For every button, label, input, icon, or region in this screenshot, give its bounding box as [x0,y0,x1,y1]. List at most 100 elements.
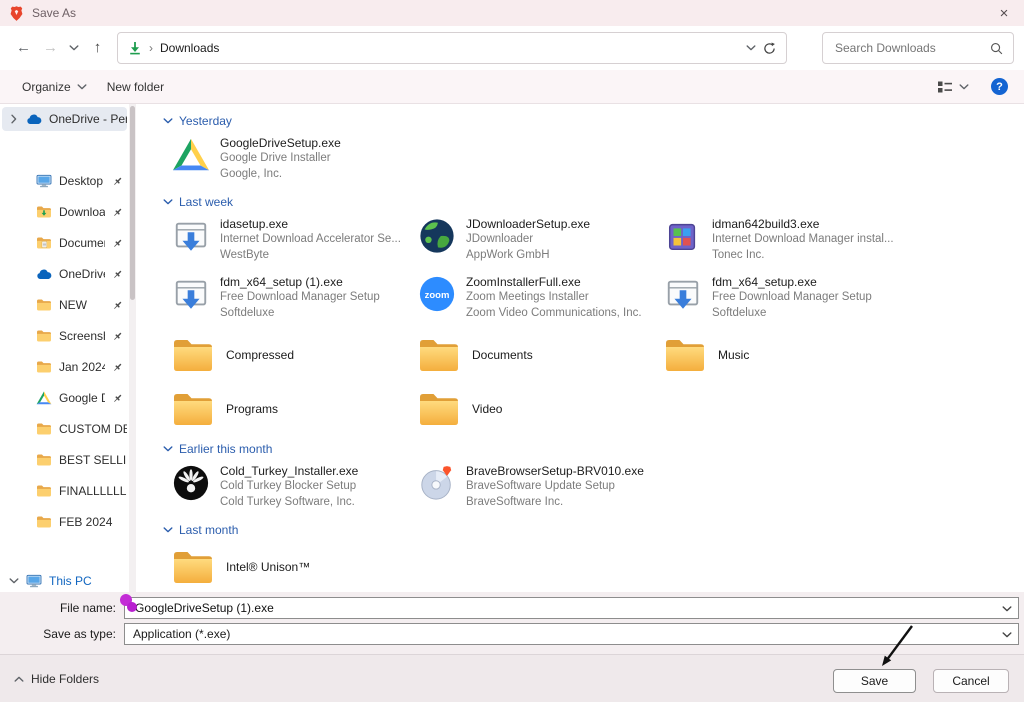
sidebar-scrollbar[interactable] [129,104,136,596]
sidebar-item-label: This PC [49,574,127,588]
sidebar-item-label: BEST SELLING D [59,453,127,467]
downloads-folder-icon [36,205,52,219]
idm-icon [664,217,702,255]
file-item-bravebrowsersetup[interactable]: BraveBrowserSetup-BRV010.exe BraveSoftwa… [418,463,664,513]
folder-name: Video [472,402,502,416]
folder-item-programs[interactable]: Programs [172,386,418,432]
file-item-jdownloadersetup[interactable]: JDownloaderSetup.exe JDownloader AppWork… [418,216,664,266]
group-grid-earlier-this-month: Cold_Turkey_Installer.exe Cold Turkey Bl… [172,463,1024,513]
file-item-fdm-x64-setup-1[interactable]: fdm_x64_setup (1).exe Free Download Mana… [172,274,418,324]
folder-item-intel-unison[interactable]: Intel® Unison™ [172,544,418,590]
brave-icon [9,5,24,22]
address-bar[interactable]: › Downloads [117,32,787,64]
file-publisher: Softdeluxe [220,306,380,322]
file-name: fdm_x64_setup.exe [712,274,872,290]
folder-icon [36,484,52,498]
sidebar-item-label: NEW [59,298,105,312]
sidebar-item-label: Downloads [59,205,105,219]
sidebar-item-feb-2024[interactable]: FEB 2024 [2,510,127,534]
pin-icon [112,207,123,218]
sidebar-item-documents[interactable]: Documents [2,231,127,255]
pin-icon [112,331,123,342]
file-name: fdm_x64_setup (1).exe [220,274,380,290]
chevron-down-icon[interactable] [1002,606,1012,612]
save-as-type-value: Application (*.exe) [133,627,230,641]
titlebar: Save As × [0,0,1024,26]
help-button[interactable]: ? [991,78,1008,95]
save-as-type-label: Save as type: [0,627,124,641]
save-as-type-select[interactable]: Application (*.exe) [124,623,1019,645]
sidebar-item-best-selling[interactable]: BEST SELLING D [2,448,127,472]
file-item-fdm-x64-setup[interactable]: fdm_x64_setup.exe Free Download Manager … [664,274,910,324]
cancel-button[interactable]: Cancel [933,669,1009,693]
folder-item-video[interactable]: Video [418,386,664,432]
file-item-googledrivesetup[interactable]: GoogleDriveSetup.exe Google Drive Instal… [172,135,418,185]
group-label: Earlier this month [179,442,272,456]
folder-item-documents[interactable]: Documents [418,332,664,378]
file-list: Yesterday GoogleDriveSetup.exe Google Dr… [150,104,1024,592]
forward-button[interactable]: → [37,35,64,61]
organize-button[interactable]: Organize [16,76,93,98]
file-name-combo[interactable] [124,597,1019,619]
folder-icon [172,550,214,584]
save-button[interactable]: Save [833,669,916,693]
folder-name: Music [718,348,749,362]
sidebar-item-custom-design[interactable]: CUSTOM DESIGI [2,417,127,441]
folder-name: Documents [472,348,533,362]
sidebar-item-label: OneDrive - Perso [49,112,127,126]
pin-icon [112,393,123,404]
file-name-label: File name: [0,601,124,615]
sidebar-item-onedrive-personal[interactable]: OneDrive - Perso [2,107,127,131]
file-name-input[interactable] [133,600,996,616]
view-options-button[interactable] [931,76,975,98]
file-item-idman642build3[interactable]: idman642build3.exe Internet Download Man… [664,216,910,266]
sidebar-item-finallllll[interactable]: FINALLLLLL [2,479,127,503]
new-folder-label: New folder [107,80,164,94]
group-grid-last-month: Intel® Unison™ [172,544,1024,590]
folder-item-music[interactable]: Music [664,332,910,378]
sidebar-item-desktop[interactable]: Desktop [2,169,127,193]
up-button[interactable]: ↑ [84,35,111,61]
scrollbar-thumb[interactable] [130,106,135,300]
address-dropdown-icon[interactable] [746,45,756,51]
recent-locations-button[interactable] [64,45,84,51]
search-input[interactable] [833,40,984,56]
hide-folders-label: Hide Folders [31,672,99,686]
hide-folders-button[interactable]: Hide Folders [14,672,99,686]
globe-icon [418,217,456,255]
chevron-down-icon[interactable] [1002,632,1012,638]
refresh-icon[interactable] [763,42,776,55]
sidebar-item-google-drive[interactable]: Google Drive [2,386,127,410]
group-header-earlier-this-month[interactable]: Earlier this month [163,442,1024,456]
group-header-last-week[interactable]: Last week [163,195,1024,209]
this-pc-icon [26,574,42,588]
group-grid-yesterday: GoogleDriveSetup.exe Google Drive Instal… [172,135,1024,185]
folder-icon [36,298,52,312]
folder-item-compressed[interactable]: Compressed [172,332,418,378]
back-button[interactable]: ← [10,35,37,61]
file-item-idasetup[interactable]: idasetup.exe Internet Download Accelerat… [172,216,418,266]
sidebar-item-jan-2024[interactable]: Jan 2024 [2,355,127,379]
sidebar-item-this-pc[interactable]: This PC [2,569,127,593]
save-form: File name: Save as type: Application (*.… [0,592,1024,654]
new-folder-button[interactable]: New folder [101,76,170,98]
file-name: Cold_Turkey_Installer.exe [220,463,358,479]
sidebar-item-new[interactable]: NEW [2,293,127,317]
search-box[interactable] [822,32,1014,64]
file-item-zoominstallerfull[interactable]: ZoomInstallerFull.exe Zoom Meetings Inst… [418,274,664,324]
sidebar-item-screenshots[interactable]: Screenshots [2,324,127,348]
close-button[interactable]: × [993,5,1015,22]
sidebar-item-label: Google Drive [59,391,105,405]
file-description: Free Download Manager Setup [220,290,380,306]
folder-name: Intel® Unison™ [226,560,310,574]
breadcrumb-location[interactable]: Downloads [160,41,219,55]
group-header-yesterday[interactable]: Yesterday [163,114,1024,128]
group-label: Last month [179,523,238,537]
sidebar-item-downloads[interactable]: Downloads [2,200,127,224]
breadcrumb-separator: › [149,41,153,55]
group-header-last-month[interactable]: Last month [163,523,1024,537]
sidebar-item-label: Jan 2024 [59,360,105,374]
file-item-cold-turkey-installer[interactable]: Cold_Turkey_Installer.exe Cold Turkey Bl… [172,463,418,513]
sidebar-item-onedrive[interactable]: OneDrive [2,262,127,286]
file-name: GoogleDriveSetup.exe [220,135,341,151]
